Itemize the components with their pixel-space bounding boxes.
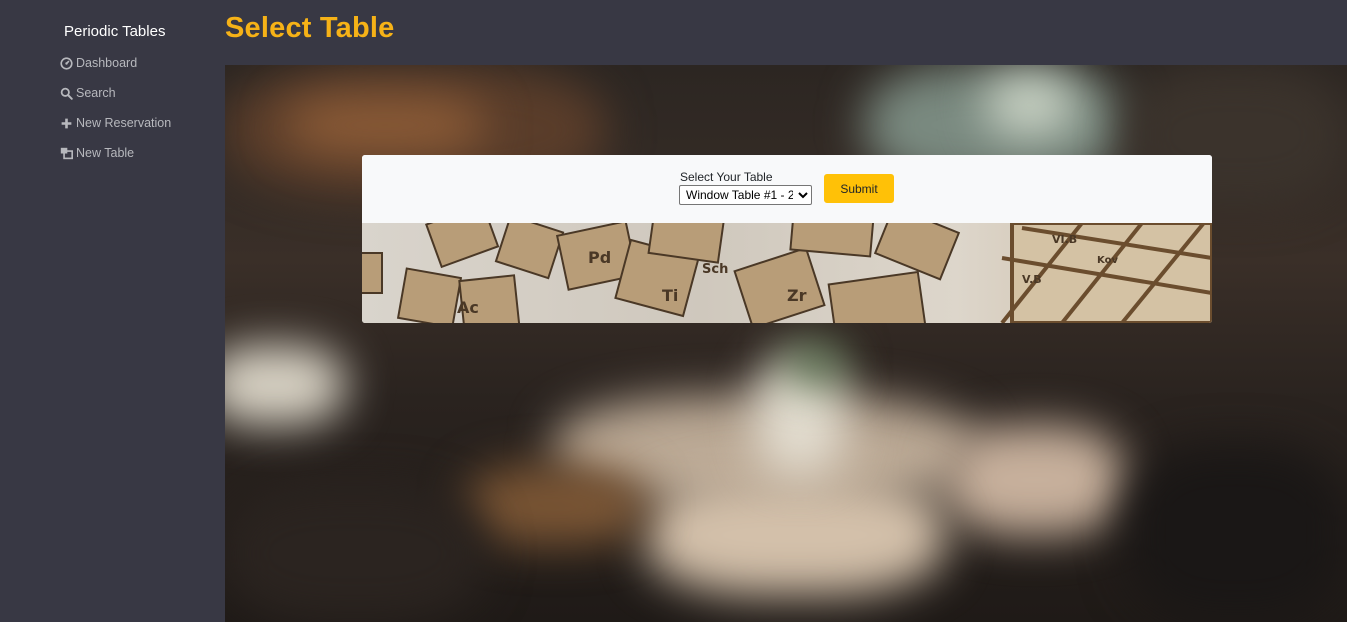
tile-label: Kov	[1097, 255, 1118, 266]
brand-title[interactable]: Periodic Tables	[64, 23, 165, 40]
select-table-card: Select Your Table Window Table #1 - 2 Su…	[362, 155, 1212, 323]
search-icon	[60, 87, 73, 100]
sidebar-item-new-table[interactable]: New Table	[60, 146, 134, 160]
dashboard-icon	[60, 56, 73, 70]
periodic-tiles-image: Pd Ti Zr Ac Sch V.B VI.B Kov	[362, 223, 1212, 323]
tile-label: Zr	[787, 286, 807, 305]
sidebar-item-new-reservation[interactable]: New Reservation	[60, 116, 171, 130]
tile-label: VI.B	[1052, 233, 1077, 246]
tile-label: Pd	[588, 248, 611, 267]
table-select[interactable]: Window Table #1 - 2	[679, 185, 812, 205]
select-table-label: Select Your Table	[680, 170, 773, 184]
page-title: Select Table	[225, 12, 395, 44]
sidebar: Periodic Tables Dashboard Search New Res…	[0, 0, 225, 622]
sidebar-item-label: New Reservation	[76, 116, 172, 130]
sidebar-item-label: New Table	[76, 146, 135, 160]
sidebar-item-dashboard[interactable]: Dashboard	[60, 56, 137, 70]
sidebar-item-search[interactable]: Search	[60, 86, 116, 100]
select-table-form: Select Your Table Window Table #1 - 2 Su…	[362, 155, 1212, 223]
tile-label: V.B	[1022, 273, 1042, 286]
tile-label: Ti	[662, 286, 678, 305]
tile-label: Ac	[457, 298, 479, 317]
plus-icon	[60, 117, 73, 130]
sidebar-item-label: Search	[76, 86, 116, 100]
background-image	[225, 65, 1347, 622]
layers-icon	[60, 147, 73, 160]
sidebar-item-label: Dashboard	[76, 56, 138, 70]
submit-button[interactable]: Submit	[824, 174, 894, 203]
tile-label: Sch	[702, 262, 728, 277]
